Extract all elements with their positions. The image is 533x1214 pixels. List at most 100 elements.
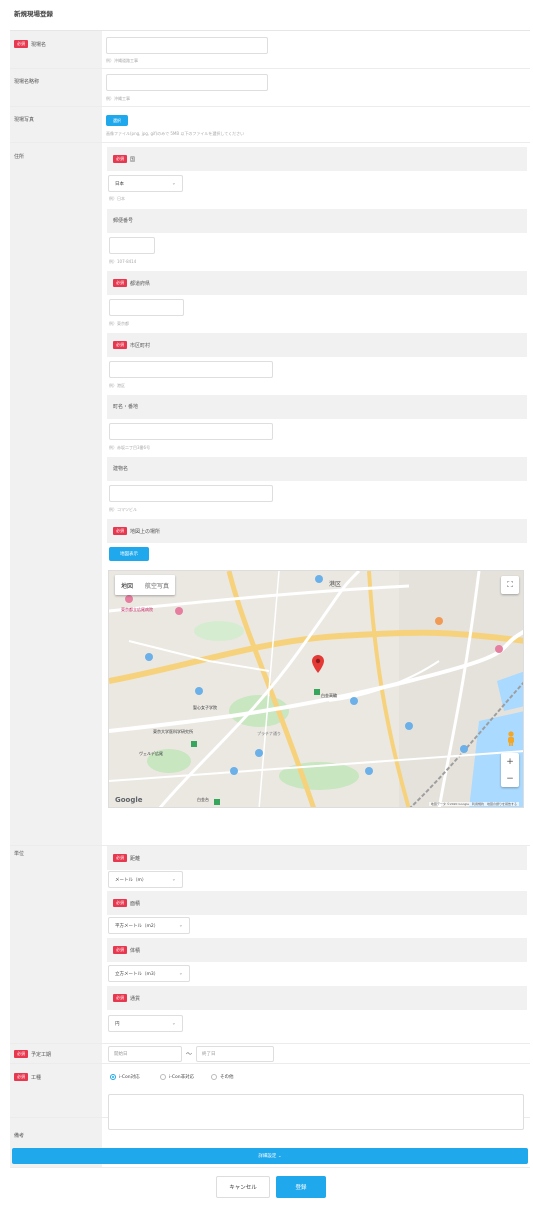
site-short-input[interactable] bbox=[106, 74, 268, 91]
notes-textarea[interactable] bbox=[108, 1094, 524, 1130]
required-badge: 必須 bbox=[113, 994, 127, 1002]
required-badge: 必須 bbox=[14, 40, 28, 48]
label-cell: 住所 bbox=[10, 143, 102, 845]
required-badge: 必須 bbox=[113, 899, 127, 907]
required-badge: 必須 bbox=[113, 946, 127, 954]
required-badge: 必須 bbox=[14, 1073, 28, 1081]
map-view[interactable]: 港区 東京都立広尾病院 聖心女子学院 東京大学医科学研究所 白金高輪 白金台 ヴ… bbox=[108, 570, 524, 808]
sub-postal: 郵便番号 bbox=[107, 209, 527, 233]
radio-dot bbox=[160, 1074, 166, 1080]
country-select[interactable]: 日本 ⌄ bbox=[108, 175, 183, 192]
sub-city: 必須 市区町村 bbox=[107, 333, 527, 357]
required-badge: 必須 bbox=[113, 854, 127, 862]
radio-dot bbox=[110, 1074, 116, 1080]
radio-other[interactable]: その他 bbox=[211, 1074, 234, 1080]
fullscreen-icon[interactable]: ⛶ bbox=[501, 576, 519, 594]
map-label: プラチナ通り bbox=[257, 731, 281, 736]
hint-postal: 例）107-8414 bbox=[109, 259, 137, 264]
hint-site-short: 例）沖縄工事 bbox=[106, 96, 130, 101]
town-input[interactable] bbox=[109, 423, 273, 440]
label-cell: 必須 工種 bbox=[10, 1064, 102, 1117]
sub-map-location: 必須 地図上の場所 bbox=[107, 519, 527, 543]
sub-town: 町名・番地 bbox=[107, 395, 527, 419]
radio-icon-unsupported[interactable]: i-Con非対応 bbox=[160, 1074, 194, 1080]
zoom-out-button[interactable]: − bbox=[506, 770, 514, 787]
end-date-input[interactable]: 終了日 bbox=[196, 1046, 274, 1062]
page-title: 新規現場登録 bbox=[14, 10, 53, 18]
map-tab-satellite[interactable]: 航空写真 bbox=[139, 575, 175, 595]
prefecture-input[interactable] bbox=[109, 299, 184, 316]
map-label: 東京大学医科学研究所 bbox=[153, 729, 193, 734]
google-logo: Google bbox=[115, 796, 143, 804]
cancel-button[interactable]: キャンセル bbox=[216, 1176, 270, 1198]
chevron-down-icon: ⌄ bbox=[178, 970, 183, 977]
hint-country: 例）日本 bbox=[109, 196, 125, 201]
date-separator: 〜 bbox=[186, 1051, 193, 1058]
row-units: 単位 必須 距離 メートル（m） ⌄ 必須 面積 平方メートル（m2） ⌄ 必須 体積 立… bbox=[10, 846, 530, 1044]
site-name-input[interactable] bbox=[106, 37, 268, 54]
map-label: 港区 bbox=[329, 581, 342, 588]
map-type-control: 地図 航空写真 bbox=[115, 575, 176, 595]
label-cell: 単位 bbox=[10, 846, 102, 1043]
label-cell: 必須 現場名 bbox=[10, 31, 102, 68]
sub-prefecture: 必須 都道府県 bbox=[107, 271, 527, 295]
row-site-short: 現場名略称 例）沖縄工事 bbox=[10, 69, 530, 107]
radio-icon-supported[interactable]: i-Con対応 bbox=[110, 1074, 140, 1080]
zoom-control: + − bbox=[501, 753, 519, 787]
start-date-input[interactable]: 開始日 bbox=[108, 1046, 182, 1062]
label-cell: 現場名略称 bbox=[10, 69, 102, 106]
pegman-icon[interactable] bbox=[506, 731, 516, 747]
hint-building: 例）コマツビル bbox=[109, 507, 137, 512]
required-badge: 必須 bbox=[113, 279, 127, 287]
sub-length: 必須 距離 bbox=[107, 846, 527, 870]
zoom-in-button[interactable]: + bbox=[506, 753, 514, 770]
map-label: 白金高輪 bbox=[321, 693, 337, 698]
label-notes: 備考 bbox=[14, 1133, 25, 1139]
map-label: 東京都立広尾病院 bbox=[121, 607, 153, 612]
label-cell: 現場写真 bbox=[10, 107, 102, 142]
volume-unit-select[interactable]: 立方メートル（m3） ⌄ bbox=[108, 965, 190, 982]
sub-area: 必須 面積 bbox=[107, 891, 527, 915]
map-label: ヴェルデ広尾 bbox=[139, 751, 163, 756]
label-units: 単位 bbox=[14, 851, 25, 857]
chevron-down-icon: ⌄ bbox=[171, 180, 176, 187]
area-unit-select[interactable]: 平方メートル（m2） ⌄ bbox=[108, 917, 190, 934]
required-badge: 必須 bbox=[14, 1050, 28, 1058]
chevron-down-icon: ⌄ bbox=[171, 1020, 176, 1027]
label-site-short: 現場名略称 bbox=[14, 79, 40, 85]
row-site-photo: 現場写真 選択 画像ファイル(png, jpg, gif)のみで 5MB 以下の… bbox=[10, 107, 530, 143]
hint-prefecture: 例）東京都 bbox=[109, 321, 129, 326]
map-tab-map[interactable]: 地図 bbox=[115, 575, 139, 595]
chevron-down-icon: ⌄ bbox=[178, 922, 183, 929]
currency-select[interactable]: 円 ⌄ bbox=[108, 1015, 183, 1032]
city-input[interactable] bbox=[109, 361, 273, 378]
building-input[interactable] bbox=[109, 485, 273, 502]
required-badge: 必須 bbox=[113, 155, 127, 163]
map-show-button[interactable]: 地図表示 bbox=[109, 547, 149, 561]
sub-building: 建物名 bbox=[107, 457, 527, 481]
row-site-name: 必須 現場名 例）沖縄道路工事 bbox=[10, 31, 530, 69]
row-schedule: 必須 予定工期 開始日 〜 終了日 bbox=[10, 1044, 530, 1064]
map-attribution: 地図データ ©2020 Google 利用規約 地図の誤りを報告する bbox=[428, 802, 519, 806]
hint-town: 例）赤坂二丁目3番6号 bbox=[109, 445, 151, 450]
map-marker-icon[interactable] bbox=[312, 655, 324, 673]
sub-currency: 必須 通貨 bbox=[107, 986, 527, 1010]
required-badge: 必須 bbox=[113, 527, 127, 535]
label-site-photo: 現場写真 bbox=[14, 117, 35, 123]
radio-dot bbox=[211, 1074, 217, 1080]
map-tiles bbox=[109, 571, 523, 807]
sub-country: 必須国 bbox=[107, 147, 527, 171]
detail-settings-toggle[interactable]: 詳細設定 ⌄ bbox=[12, 1148, 528, 1164]
postal-input[interactable] bbox=[109, 237, 155, 254]
submit-button[interactable]: 登録 bbox=[276, 1176, 326, 1198]
required-badge: 必須 bbox=[113, 341, 127, 349]
sub-volume: 必須 体積 bbox=[107, 938, 527, 962]
hint-site-photo: 画像ファイル(png, jpg, gif)のみで 5MB 以下のファイルを選択し… bbox=[106, 131, 245, 136]
map-label: 聖心女子学院 bbox=[193, 705, 217, 710]
label-address: 住所 bbox=[14, 154, 25, 160]
length-unit-select[interactable]: メートル（m） ⌄ bbox=[108, 871, 183, 888]
map-label: 白金台 bbox=[197, 797, 209, 802]
label-cell: 必須 予定工期 bbox=[10, 1044, 102, 1063]
photo-select-button[interactable]: 選択 bbox=[106, 115, 128, 126]
hint-site-name: 例）沖縄道路工事 bbox=[106, 58, 138, 63]
